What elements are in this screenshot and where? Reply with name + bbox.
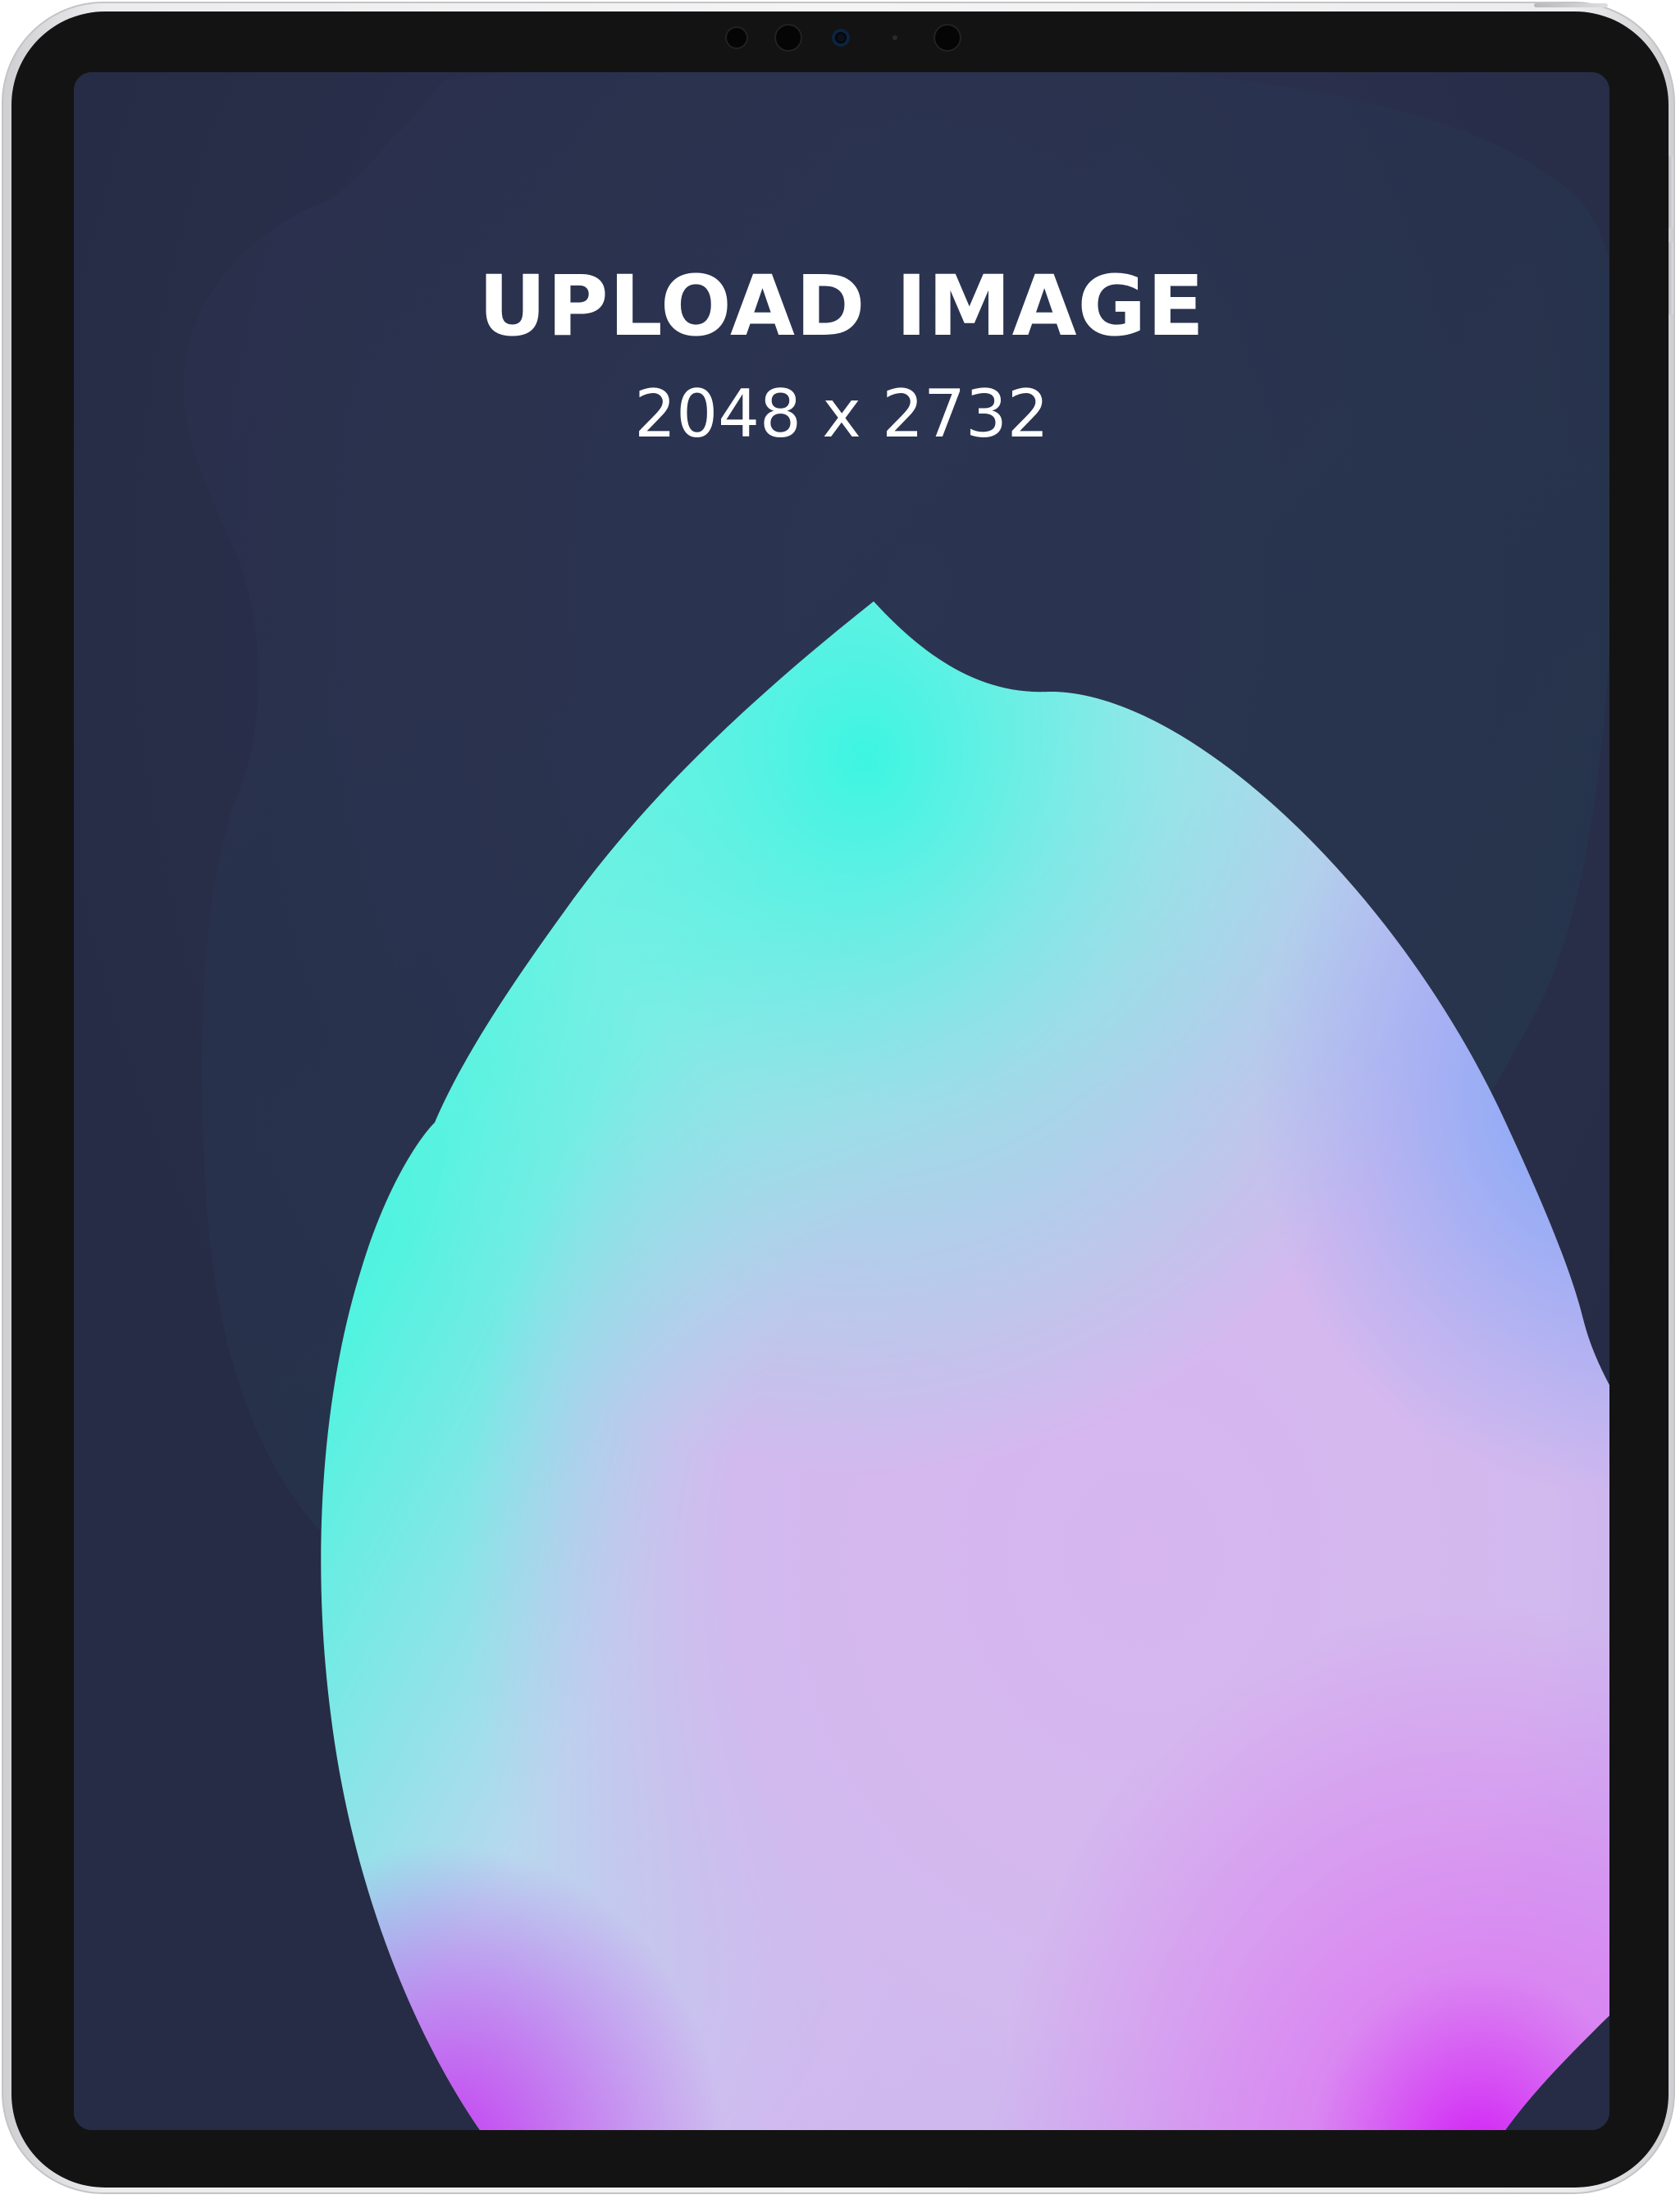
camera-lens-icon xyxy=(774,24,802,52)
camera-lens-icon xyxy=(725,26,748,49)
camera-sensor-icon xyxy=(832,29,850,47)
camera-bar xyxy=(3,21,1680,54)
image-dimensions-label: 2048 x 2732 xyxy=(634,376,1049,452)
volume-down-button xyxy=(1669,241,1673,315)
volume-up-button xyxy=(1669,155,1673,229)
ambient-light-icon xyxy=(892,35,897,40)
camera-lens-icon xyxy=(934,24,961,52)
power-button xyxy=(1534,3,1608,7)
upload-image-title: UPLOAD IMAGE xyxy=(478,258,1205,355)
upload-image-placeholder[interactable]: UPLOAD IMAGE 2048 x 2732 xyxy=(74,72,1609,2130)
page: UPLOAD IMAGE 2048 x 2732 xyxy=(0,0,1680,2199)
tablet-frame: UPLOAD IMAGE 2048 x 2732 xyxy=(2,2,1675,2194)
